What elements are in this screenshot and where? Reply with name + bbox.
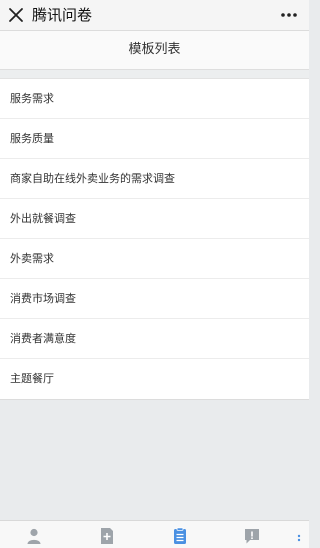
template-item-takeout-demand[interactable]: 外卖需求 <box>0 239 309 279</box>
top-bar: 腾讯问卷 <box>0 0 309 31</box>
more-icon[interactable] <box>277 5 301 25</box>
add-document-icon[interactable] <box>98 527 116 545</box>
section-gap <box>0 70 309 78</box>
notice-icon[interactable] <box>243 527 261 545</box>
list-document-icon[interactable] <box>171 527 189 545</box>
template-list-header: 模板列表 <box>0 31 309 70</box>
template-item-consumer-market-survey[interactable]: 消费市场调查 <box>0 279 309 319</box>
user-icon[interactable] <box>25 527 43 545</box>
more-icon[interactable] <box>295 527 303 545</box>
template-list: 服务需求 服务质量 商家自助在线外卖业务的需求调查 外出就餐调查 外卖需求 消费… <box>0 78 309 400</box>
bottom-tab-bar <box>0 520 309 548</box>
template-item-service-quality[interactable]: 服务质量 <box>0 119 309 159</box>
page-title: 模板列表 <box>128 42 181 57</box>
template-item-dining-out-survey[interactable]: 外出就餐调查 <box>0 199 309 239</box>
template-item-consumer-satisfaction[interactable]: 消费者满意度 <box>0 319 309 359</box>
app-title: 腾讯问卷 <box>32 6 93 24</box>
template-item-takeout-business-survey[interactable]: 商家自助在线外卖业务的需求调查 <box>0 159 309 199</box>
template-item-theme-restaurant[interactable]: 主题餐厅 <box>0 359 309 399</box>
template-item-service-demand[interactable]: 服务需求 <box>0 79 309 119</box>
close-icon[interactable] <box>5 4 27 26</box>
